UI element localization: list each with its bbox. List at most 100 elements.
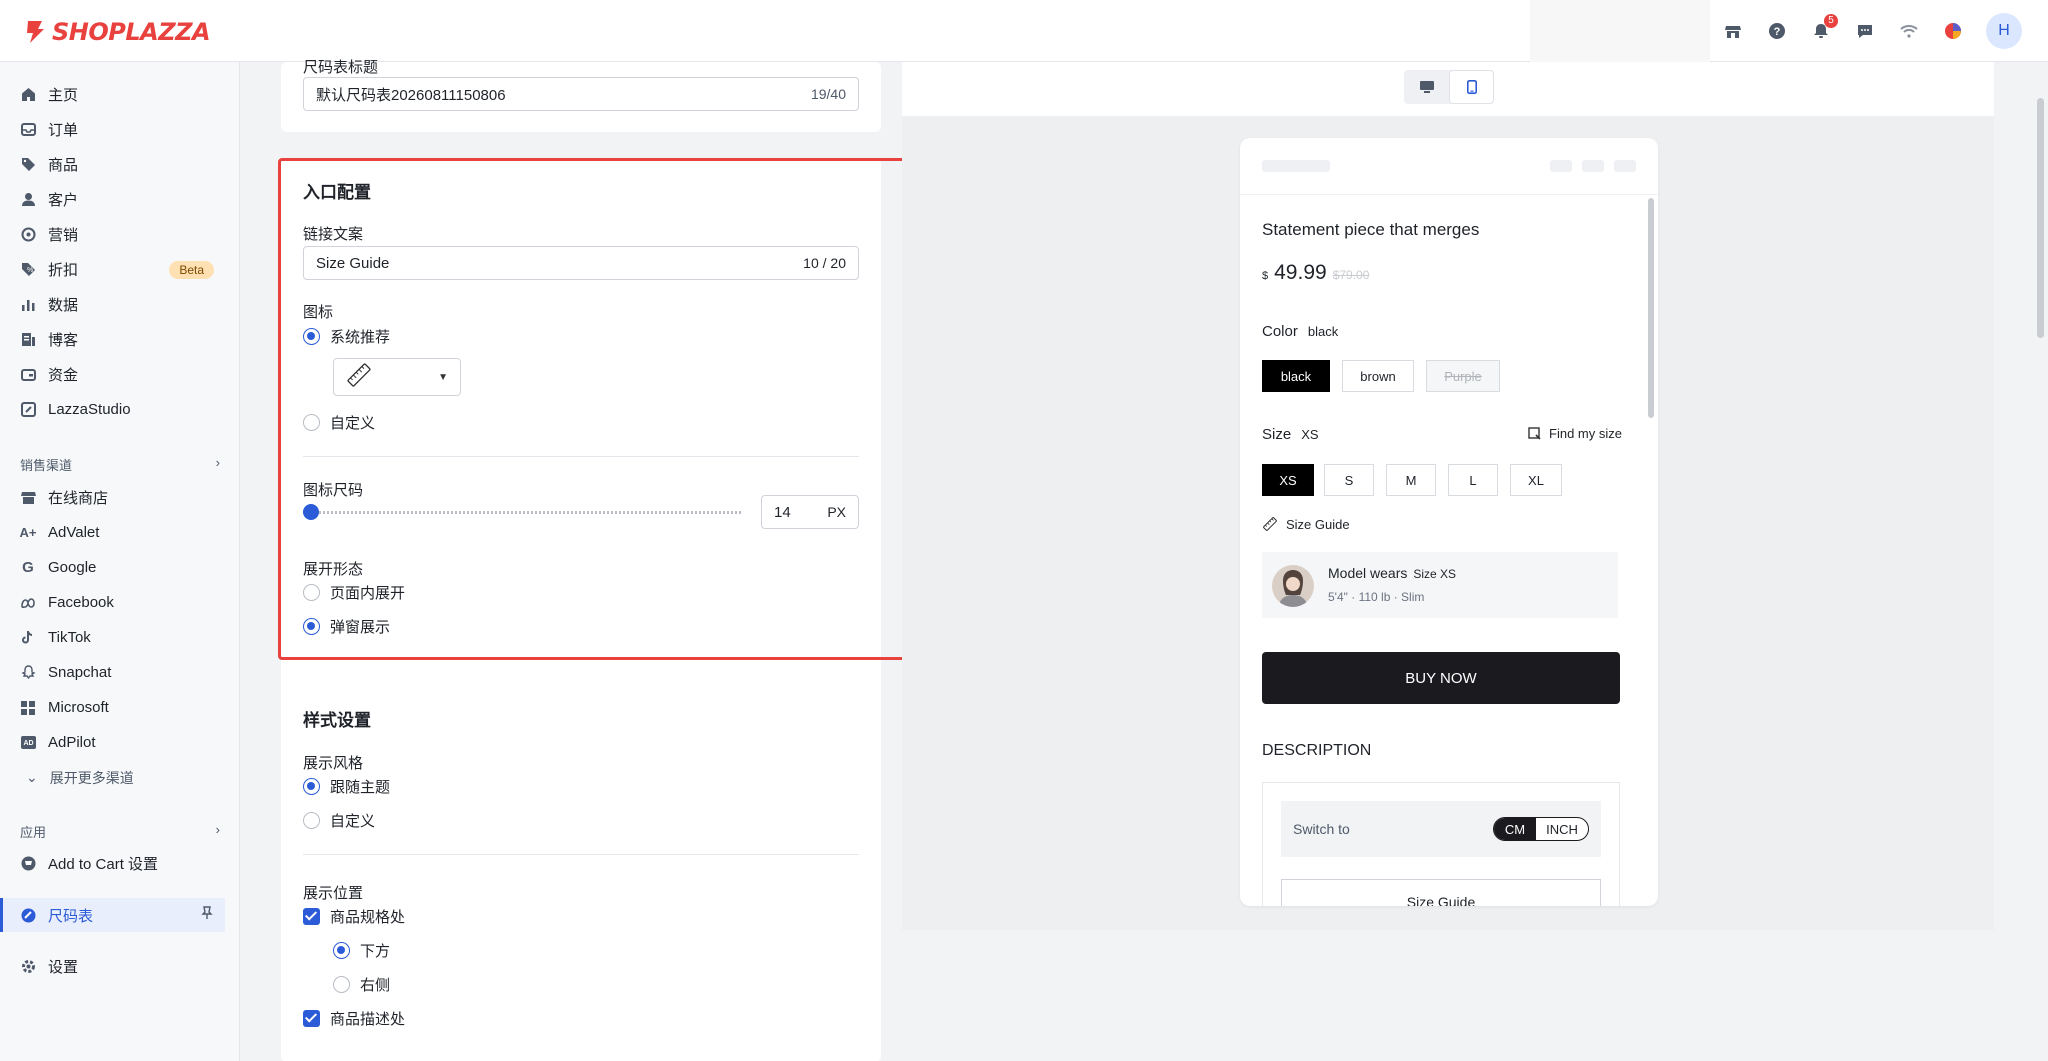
unit-inch-option[interactable]: INCH	[1536, 818, 1588, 840]
color-option-brown[interactable]: brown	[1342, 360, 1414, 392]
sidebar-item-add-to-cart[interactable]: Add to Cart 设置	[0, 846, 240, 881]
shoplazza-logo[interactable]: SHOPLAZZA	[24, 18, 211, 46]
style-custom-radio[interactable]: 自定义	[303, 810, 375, 831]
sidebar-item-size-chart[interactable]: 尺码表	[0, 898, 225, 932]
size-guide-link[interactable]: Size Guide	[1262, 516, 1350, 532]
size-guide-tab[interactable]: Size Guide	[1281, 879, 1601, 906]
sidebar-item-discounts[interactable]: % 折扣 Beta	[0, 252, 240, 287]
description-heading: DESCRIPTION	[1262, 742, 1372, 759]
bell-icon[interactable]: 5	[1810, 14, 1838, 42]
page-scrollbar[interactable]	[2034, 62, 2048, 1061]
model-wears-label: Model wears	[1328, 565, 1408, 581]
position-right-radio[interactable]: 右侧	[333, 974, 390, 995]
sidebar-item-online-store[interactable]: 在线商店	[0, 480, 240, 515]
sidebar-item-tiktok[interactable]: TikTok	[0, 620, 240, 655]
skeleton-bar	[1582, 160, 1604, 172]
avatar[interactable]: H	[1986, 13, 2022, 49]
svg-text:AD: AD	[23, 740, 33, 747]
price-row: $ 49.99 $79.00	[1262, 261, 1369, 285]
title-input[interactable]: 默认尺码表20260811150806 19/40	[303, 77, 859, 111]
size-option-xs[interactable]: XS	[1262, 464, 1314, 496]
notification-badge: 5	[1824, 14, 1838, 28]
ruler-icon	[1263, 517, 1277, 531]
unit-switch-row: Switch to CM INCH	[1281, 801, 1601, 857]
chevron-down-icon: ⌄	[26, 769, 38, 785]
style-settings-title: 样式设置	[303, 711, 371, 730]
sidebar-item-settings[interactable]: 设置	[0, 949, 240, 984]
sidebar-item-adpilot[interactable]: AD AdPilot	[0, 725, 240, 760]
position-below-radio[interactable]: 下方	[333, 940, 390, 961]
sidebar-item-analytics[interactable]: 数据	[0, 287, 240, 322]
sidebar-item-marketing[interactable]: 营销	[0, 217, 240, 252]
ruler-app-icon	[20, 907, 36, 923]
sidebar-item-customers[interactable]: 客户	[0, 182, 240, 217]
sidebar-item-google[interactable]: G Google	[0, 550, 240, 585]
find-my-size-link[interactable]: Find my size	[1528, 426, 1622, 441]
scroll-thumb[interactable]	[2037, 98, 2044, 338]
sidebar-item-facebook[interactable]: Facebook	[0, 585, 240, 620]
sidebar-item-microsoft[interactable]: Microsoft	[0, 690, 240, 725]
app-icon[interactable]	[1942, 20, 1964, 42]
model-info-box: Model wears Size XS 5'4" · 110 lb · Slim	[1262, 552, 1618, 618]
size-option-s[interactable]: S	[1324, 464, 1374, 496]
sidebar-item-products[interactable]: 商品	[0, 147, 240, 182]
position-spec-checkbox[interactable]: 商品规格处	[303, 906, 405, 927]
pin-icon[interactable]	[201, 906, 213, 924]
preview-scrollbar[interactable]	[1648, 198, 1654, 418]
sidebar-item-advalet[interactable]: A+ AdValet	[0, 515, 240, 550]
svg-text:?: ?	[1774, 26, 1781, 38]
price: 49.99	[1274, 261, 1327, 284]
header-icons: ? 5 H	[1722, 0, 2022, 62]
unit-toggle[interactable]: CM INCH	[1493, 817, 1589, 841]
title-card: 尺码表标题 默认尺码表20260811150806 19/40	[281, 59, 881, 132]
model-avatar	[1272, 565, 1314, 607]
display-position-label: 展示位置	[303, 885, 364, 902]
sidebar-item-home[interactable]: 主页	[0, 77, 240, 112]
desktop-view-button[interactable]	[1404, 70, 1449, 104]
sidebar-item-snapchat[interactable]: Snapchat	[0, 655, 240, 690]
apps-header[interactable]: 应用 ›	[20, 822, 220, 841]
divider	[1240, 194, 1658, 195]
mobile-view-button[interactable]	[1449, 70, 1494, 104]
store-icon[interactable]	[1722, 20, 1744, 42]
product-title: Statement piece that merges	[1262, 220, 1480, 239]
user-icon	[20, 192, 36, 208]
radio-unchecked	[333, 976, 350, 993]
position-desc-checkbox[interactable]: 商品描述处	[303, 1008, 405, 1029]
buy-now-button[interactable]: BUY NOW	[1262, 652, 1620, 704]
help-icon[interactable]: ?	[1766, 20, 1788, 42]
adpilot-icon: AD	[20, 735, 36, 751]
size-option-m[interactable]: M	[1386, 464, 1436, 496]
color-option-purple[interactable]: Purple	[1426, 360, 1500, 392]
wifi-icon[interactable]	[1898, 20, 1920, 42]
discount-icon: %	[20, 262, 36, 278]
mobile-icon	[1466, 80, 1477, 94]
svg-text:%: %	[27, 267, 33, 274]
preview-toolbar	[902, 62, 1994, 116]
shoplazza-logo-icon	[27, 21, 44, 43]
color-label-row: Color black	[1262, 323, 1339, 340]
sidebar-item-orders[interactable]: 订单	[0, 112, 240, 147]
wallet-icon	[20, 367, 36, 383]
color-option-black[interactable]: black	[1262, 360, 1330, 392]
sales-channels-header[interactable]: 销售渠道 ›	[20, 455, 220, 474]
sidebar-item-lazzastudio[interactable]: LazzaStudio	[0, 392, 240, 427]
sidebar: 主页 订单 商品 客户 营销 % 折扣 Beta 数据 博客 资金 LazzaS…	[0, 62, 240, 1061]
cart-app-icon	[20, 856, 36, 872]
checkbox-checked	[303, 1010, 320, 1027]
unit-cm-option[interactable]: CM	[1494, 818, 1536, 840]
sidebar-item-blog[interactable]: 博客	[0, 322, 240, 357]
store-icon	[20, 490, 36, 506]
skeleton-bar	[1262, 160, 1330, 172]
compare-price: $79.00	[1332, 268, 1370, 282]
size-option-xl[interactable]: XL	[1510, 464, 1562, 496]
highlight-box	[278, 158, 958, 660]
follow-theme-radio[interactable]: 跟随主题	[303, 776, 390, 797]
expand-more-channels[interactable]: ⌄ 展开更多渠道	[0, 760, 240, 795]
model-stats: 5'4" · 110 lb · Slim	[1328, 590, 1425, 604]
sidebar-item-finance[interactable]: 资金	[0, 357, 240, 392]
preview-panel: Statement piece that merges $ 49.99 $79.…	[902, 62, 1994, 930]
size-option-l[interactable]: L	[1448, 464, 1498, 496]
size-label-row: Size XS	[1262, 426, 1319, 443]
chat-icon[interactable]	[1854, 20, 1876, 42]
